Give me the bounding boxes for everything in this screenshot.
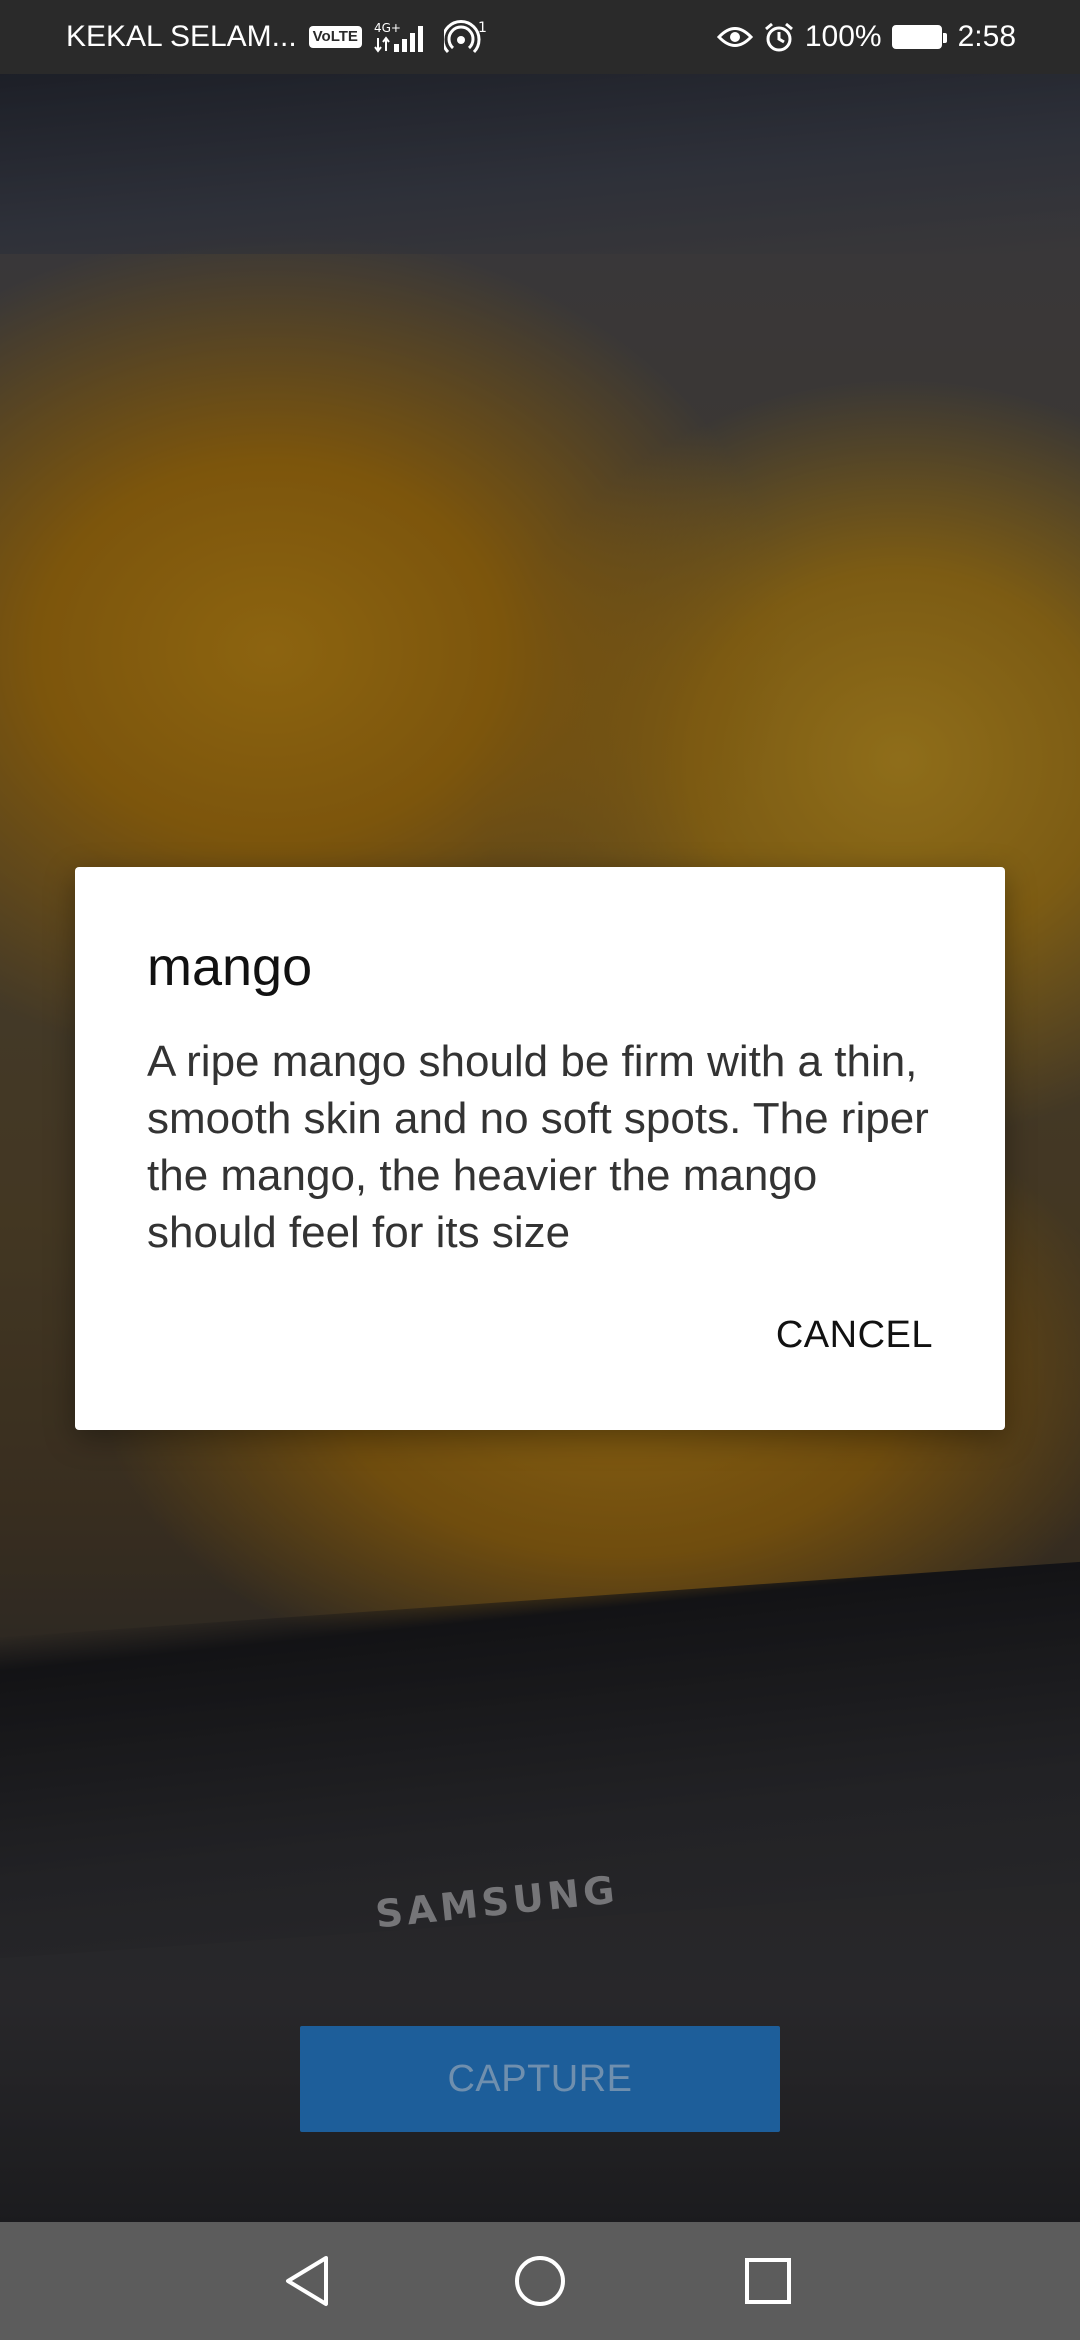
back-icon: [286, 2256, 328, 2306]
recents-icon: [745, 2258, 791, 2304]
network-type-text: 4G+: [374, 21, 401, 35]
status-right: 100% 2:58: [716, 20, 1016, 54]
volte-icon: VoLTE: [308, 26, 362, 48]
hotspot-count: 1: [478, 20, 487, 36]
screen: SAMSUNG KEKAL SELAM... VoLTE 4G+ 1 100% …: [0, 0, 1080, 2340]
cancel-button[interactable]: CANCEL: [776, 1314, 933, 1357]
status-bar: KEKAL SELAM... VoLTE 4G+ 1 100% 2:58: [0, 0, 1080, 74]
hotspot-icon: 1: [443, 20, 488, 54]
capture-button[interactable]: CAPTURE: [300, 2026, 780, 2132]
signal-icon: 4G+: [374, 20, 432, 54]
dialog-message: A ripe mango should be firm with a thin,…: [147, 1037, 929, 1257]
battery-percent: 100%: [804, 20, 882, 53]
navigation-bar: [0, 2222, 1080, 2340]
back-button[interactable]: [232, 2222, 382, 2340]
status-left: KEKAL SELAM... VoLTE 4G+ 1: [66, 20, 488, 54]
clock: 2:58: [957, 20, 1016, 53]
battery-icon: [891, 25, 947, 49]
eye-comfort-icon: [716, 24, 753, 50]
dialog-title: mango: [147, 937, 313, 997]
home-icon: [515, 2256, 565, 2306]
carrier-name: KEKAL SELAM...: [66, 20, 297, 53]
alarm-icon: [763, 21, 795, 53]
home-button[interactable]: [465, 2222, 615, 2340]
recents-button[interactable]: [693, 2222, 843, 2340]
info-dialog: mango A ripe mango should be firm with a…: [75, 867, 1005, 1430]
